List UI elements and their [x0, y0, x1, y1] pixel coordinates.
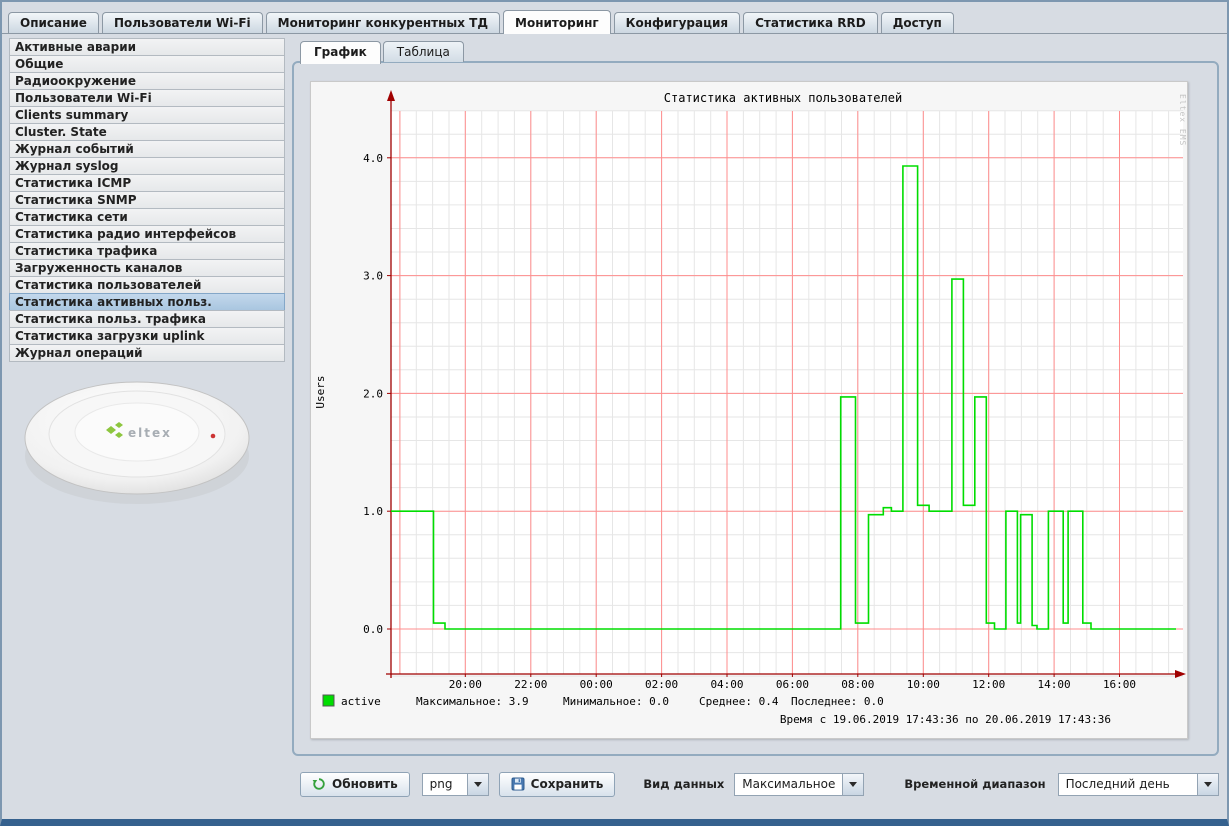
chart-subtabbar: ГрафикТаблица: [300, 41, 1219, 62]
save-button[interactable]: Сохранить: [499, 772, 616, 797]
time-range-combo-value: Последний день: [1058, 773, 1198, 796]
data-view-combo-arrow[interactable]: [843, 773, 864, 796]
refresh-button[interactable]: Обновить: [300, 772, 410, 797]
sidebar-item-18[interactable]: Статистика загрузки uplink: [9, 327, 285, 345]
svg-text:22:00: 22:00: [514, 678, 547, 691]
data-view-combo-value: Максимальное: [734, 773, 843, 796]
data-view-label: Вид данных: [643, 777, 724, 791]
sidebar-item-1[interactable]: Активные аварии: [9, 38, 285, 56]
sidebar-item-11[interactable]: Статистика сети: [9, 208, 285, 226]
sidebar-item-13[interactable]: Статистика трафика: [9, 242, 285, 260]
time-range-combo[interactable]: Последний день: [1058, 773, 1219, 796]
eltex-logo-text: eltex: [128, 426, 172, 440]
save-icon: [511, 777, 525, 791]
sidebar-item-9[interactable]: Статистика ICMP: [9, 174, 285, 192]
main-tab-3[interactable]: Мониторинг конкурентных ТД: [266, 12, 500, 33]
svg-text:14:00: 14:00: [1038, 678, 1071, 691]
sidebar-menu: Активные аварииОбщиеРадиоокружениеПользо…: [9, 38, 285, 362]
sidebar-item-7[interactable]: Журнал событий: [9, 140, 285, 158]
main-panel: ГрафикТаблица 20:00 22:00 00:00 02:00 04:00 0…: [292, 41, 1219, 815]
svg-text:Users: Users: [314, 375, 327, 408]
svg-text:Минимальное: 0.0: Минимальное: 0.0: [563, 695, 669, 708]
time-range-combo-arrow[interactable]: [1198, 773, 1219, 796]
main-tab-1[interactable]: Описание: [8, 12, 99, 33]
device-led: [211, 434, 216, 439]
content-area: Активные аварииОбщиеРадиоокружениеПользо…: [4, 35, 1225, 819]
time-range-label: Временной диапазон: [904, 777, 1045, 791]
sidebar-item-2[interactable]: Общие: [9, 55, 285, 73]
svg-text:06:00: 06:00: [776, 678, 809, 691]
main-tab-7[interactable]: Доступ: [881, 12, 954, 33]
svg-text:0.0: 0.0: [363, 623, 383, 636]
format-combo-arrow[interactable]: [468, 773, 489, 796]
svg-text:10:00: 10:00: [907, 678, 940, 691]
svg-text:Максимальное: 3.9: Максимальное: 3.9: [416, 695, 529, 708]
svg-text:08:00: 08:00: [841, 678, 874, 691]
svg-text:00:00: 00:00: [580, 678, 613, 691]
sidebar-item-5[interactable]: Clients summary: [9, 106, 285, 124]
chart-subtab-1[interactable]: График: [300, 41, 381, 64]
svg-text:Время с 19.06.2019 17:43:36 по: Время с 19.06.2019 17:43:36 по 20.06.201…: [780, 713, 1111, 726]
sidebar-item-16[interactable]: Статистика активных польз.: [9, 293, 285, 311]
main-tab-4[interactable]: Мониторинг: [503, 10, 611, 34]
rrd-chart-svg: 20:00 22:00 00:00 02:00 04:00 06:00 08:00 10:00…: [311, 82, 1189, 740]
chevron-down-icon: [474, 782, 482, 787]
refresh-button-label: Обновить: [332, 777, 398, 791]
sidebar-item-3[interactable]: Радиоокружение: [9, 72, 285, 90]
sidebar-item-15[interactable]: Статистика пользователей: [9, 276, 285, 294]
chevron-down-icon: [849, 782, 857, 787]
sidebar-item-14[interactable]: Загруженность каналов: [9, 259, 285, 277]
sidebar-item-19[interactable]: Журнал операций: [9, 344, 285, 362]
svg-text:Статистика активных пользовате: Статистика активных пользователей: [664, 91, 902, 105]
svg-text:4.0: 4.0: [363, 152, 383, 165]
sidebar: Активные аварииОбщиеРадиоокружениеПользо…: [9, 39, 285, 516]
sidebar-item-17[interactable]: Статистика польз. трафика: [9, 310, 285, 328]
format-combo-value: png: [422, 773, 468, 796]
eltex-device-image: eltex: [15, 370, 273, 512]
rrd-chart-image: 20:00 22:00 00:00 02:00 04:00 06:00 08:00 10:00…: [310, 81, 1188, 739]
app-window: ОписаниеПользователи Wi-FiМониторинг кон…: [0, 0, 1229, 826]
toolbar: Обновить png Сохранить: [300, 770, 1219, 798]
sidebar-item-10[interactable]: Статистика SNMP: [9, 191, 285, 209]
svg-text:Последнее: 0.0: Последнее: 0.0: [791, 695, 884, 708]
svg-text:04:00: 04:00: [710, 678, 743, 691]
svg-text:3.0: 3.0: [363, 270, 383, 283]
data-view-combo[interactable]: Максимальное: [734, 773, 864, 796]
svg-text:Среднее: 0.4: Среднее: 0.4: [699, 695, 779, 708]
refresh-icon: [312, 777, 326, 791]
svg-text:02:00: 02:00: [645, 678, 678, 691]
svg-text:active: active: [341, 695, 381, 708]
main-tab-6[interactable]: Статистика RRD: [743, 12, 878, 33]
sidebar-item-4[interactable]: Пользователи Wi-Fi: [9, 89, 285, 107]
sidebar-item-8[interactable]: Журнал syslog: [9, 157, 285, 175]
svg-text:Eltex EMS: Eltex EMS: [1178, 94, 1187, 146]
chart-panel: 20:00 22:00 00:00 02:00 04:00 06:00 08:00 10:00…: [292, 61, 1219, 756]
svg-text:16:00: 16:00: [1103, 678, 1136, 691]
main-tab-5[interactable]: Конфигурация: [614, 12, 740, 33]
main-tab-2[interactable]: Пользователи Wi-Fi: [102, 12, 263, 33]
main-tabbar: ОписаниеПользователи Wi-FiМониторинг кон…: [2, 2, 1227, 34]
sidebar-item-12[interactable]: Статистика радио интерфейсов: [9, 225, 285, 243]
svg-text:20:00: 20:00: [449, 678, 482, 691]
chevron-down-icon: [1204, 782, 1212, 787]
sidebar-item-6[interactable]: Cluster. State: [9, 123, 285, 141]
save-button-label: Сохранить: [531, 777, 604, 791]
svg-text:12:00: 12:00: [972, 678, 1005, 691]
format-combo[interactable]: png: [422, 773, 489, 796]
svg-text:2.0: 2.0: [363, 387, 383, 400]
svg-text:1.0: 1.0: [363, 505, 383, 518]
device-image-wrap: eltex: [15, 370, 285, 516]
chart-subtab-2[interactable]: Таблица: [383, 41, 464, 62]
